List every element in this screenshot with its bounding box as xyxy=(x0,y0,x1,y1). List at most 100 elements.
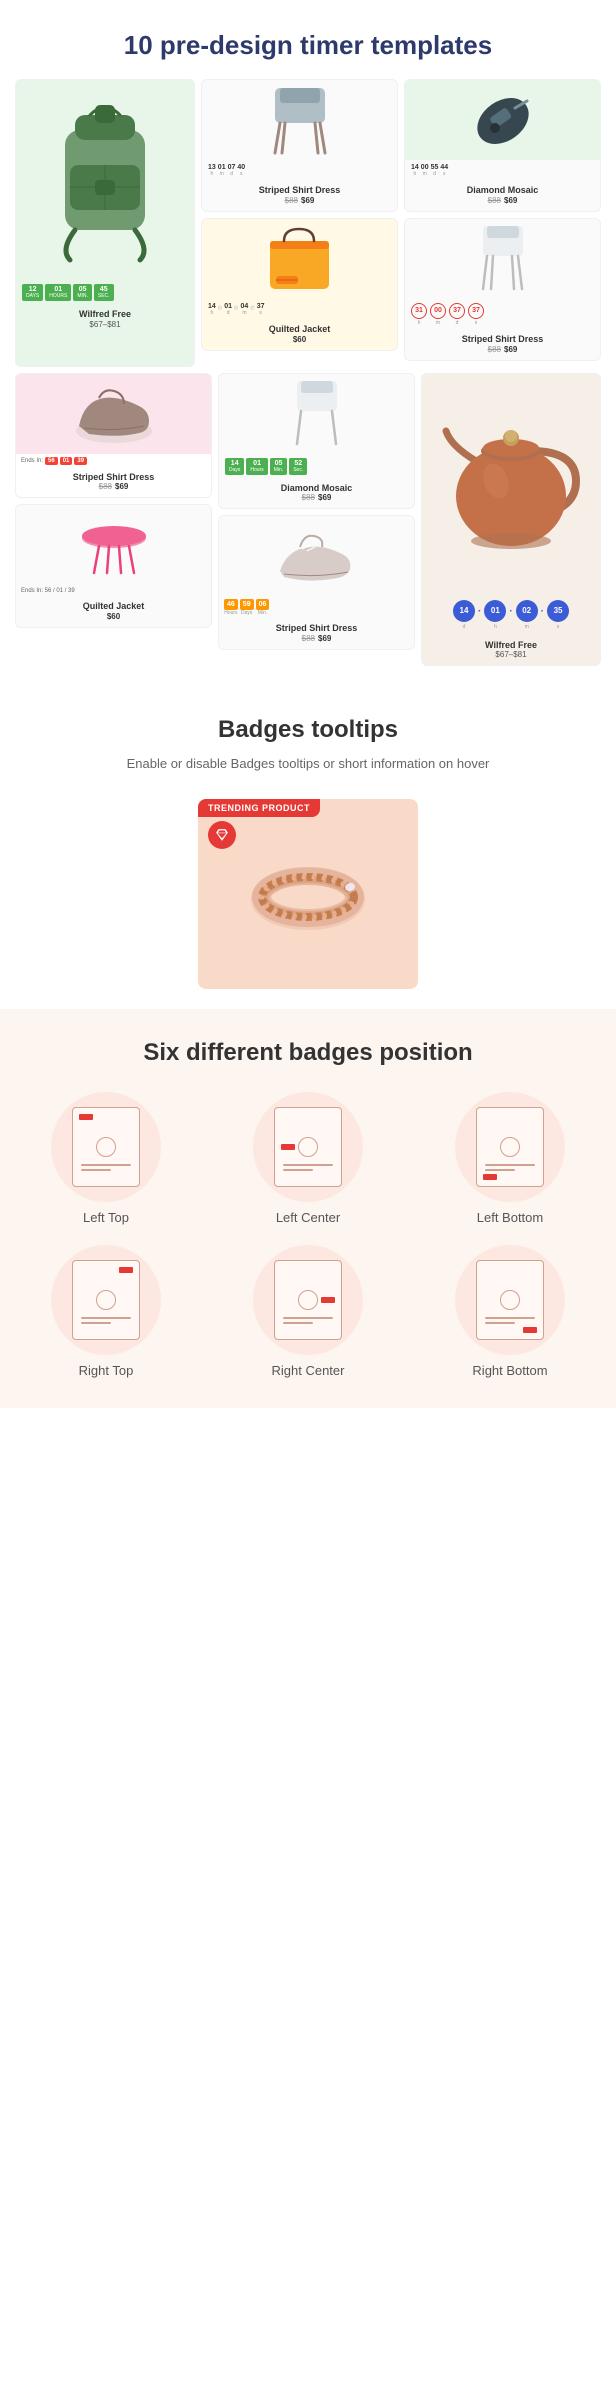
backpack-svg xyxy=(40,95,170,265)
timer-green-blocks: 12DAYS 01HOURS 05MIN. 45SEC. xyxy=(16,280,194,305)
product-card-drill[interactable]: 14h 00m 55d 44s Diamond Mosaic $88$69 xyxy=(404,79,601,212)
position-label-right-center: Right Center xyxy=(272,1363,345,1378)
position-label-left-top: Left Top xyxy=(83,1210,129,1225)
product-name-backpack: Wilfred Free xyxy=(22,309,188,320)
badge-demo-card: TRENDING PRODUCT xyxy=(198,799,418,989)
line2-lc xyxy=(283,1169,313,1171)
trending-badge-label: TRENDING PRODUCT xyxy=(198,799,320,817)
product-card-chair3[interactable]: 14Days 01Hours 05Min. 52Sec. Diamond Mos… xyxy=(218,373,415,510)
bag-yellow-svg xyxy=(262,221,337,296)
line2-lt xyxy=(81,1169,111,1171)
product-card-backpack[interactable]: 12DAYS 01HOURS 05MIN. 45SEC. Wilfred Fre… xyxy=(15,79,195,367)
product-card-table[interactable]: Ends In: 56 / 01 / 39 Quilted Jacket $60 xyxy=(15,504,212,628)
product-price-shoes: $88$69 xyxy=(22,482,205,491)
badge-indicator-right-top xyxy=(119,1267,133,1273)
product-info-chair3: Diamond Mosaic $88$69 xyxy=(219,479,414,509)
position-item-right-bottom: Right Bottom xyxy=(419,1245,601,1378)
shoes-svg xyxy=(69,376,159,451)
table-svg xyxy=(74,508,154,583)
badges-tooltips-section: Badges tooltips Enable or disable Badges… xyxy=(0,686,616,1009)
position-box-right-center xyxy=(274,1260,342,1340)
product-card-teapot[interactable]: 14d · 01h · 02m · 35s Wilfred Free $67–$… xyxy=(421,373,601,667)
line1-rt xyxy=(81,1317,131,1319)
position-box-right-top xyxy=(72,1260,140,1340)
middle-col-bottom: 14Days 01Hours 05Min. 52Sec. Diamond Mos… xyxy=(218,373,415,651)
position-item-right-center: Right Center xyxy=(217,1245,399,1378)
product-circle-icon-lb xyxy=(500,1137,520,1157)
middle-col-top: 13h 01m 07d 40s Striped Shirt Dress $88$… xyxy=(201,79,398,361)
product-image-chair3 xyxy=(219,374,414,454)
product-lines-lc xyxy=(283,1164,333,1174)
timer-min-unit: 05MIN. xyxy=(73,284,92,301)
timer-red-circle: 31h 00m 37d 37s xyxy=(405,299,600,330)
product-circle-icon-rb xyxy=(500,1290,520,1310)
timer-inline-bag: 14h e 01d e 04m e 37s xyxy=(202,299,397,320)
product-info-drill: Diamond Mosaic $88$69 xyxy=(405,181,600,211)
product-name-chair3: Diamond Mosaic xyxy=(225,483,408,494)
position-circle-left-top xyxy=(51,1092,161,1202)
position-item-left-center: Left Center xyxy=(217,1092,399,1225)
product-price-backpack: $67–$81 xyxy=(22,320,188,329)
product-card-chair2[interactable]: 31h 00m 37d 37s Striped Shirt Dress $88$… xyxy=(404,218,601,361)
sneakers-svg xyxy=(272,519,362,594)
timer-blue: 14d · 01h · 02m · 35s xyxy=(422,594,600,636)
bottom-grid: Ends In: 56 01 39 Striped Shirt Dress $8… xyxy=(15,373,601,667)
product-price-chair3: $88$69 xyxy=(225,493,408,502)
position-item-left-top: Left Top xyxy=(15,1092,197,1225)
position-circle-right-center xyxy=(253,1245,363,1355)
drill-svg xyxy=(465,83,540,158)
position-item-right-top: Right Top xyxy=(15,1245,197,1378)
right-col-top: 14h 00m 55d 44s Diamond Mosaic $88$69 xyxy=(404,79,601,361)
position-box-left-top xyxy=(72,1107,140,1187)
product-info-chair2: Striped Shirt Dress $88$69 xyxy=(405,330,600,360)
line1-lt xyxy=(81,1164,131,1166)
product-card-bag-yellow[interactable]: 14h e 01d e 04m e 37s Quilted Jacket $60 xyxy=(201,218,398,351)
diamond-svg xyxy=(215,828,229,842)
position-circle-left-bottom xyxy=(455,1092,565,1202)
jewelry-ring-svg xyxy=(238,819,378,959)
teapot-svg xyxy=(431,386,591,581)
timer-inline-chair1: 13h 01m 07d 40s xyxy=(202,160,397,181)
product-image-shoes xyxy=(16,374,211,454)
product-name-chair2: Striped Shirt Dress xyxy=(411,334,594,345)
product-image-bag xyxy=(202,219,397,299)
product-name-sneakers: Striped Shirt Dress xyxy=(225,623,408,634)
product-price-chair1: $88$69 xyxy=(208,196,391,205)
timer-days-unit: 12DAYS xyxy=(22,284,43,301)
product-price-chair2: $88$69 xyxy=(411,345,594,354)
product-card-sneakers[interactable]: 46Hours 59Days 06Min. Striped Shirt Dres… xyxy=(218,515,415,650)
section2-description: Enable or disable Badges tooltips or sho… xyxy=(15,754,601,774)
badge-indicator-left-bottom xyxy=(483,1174,497,1180)
timer-inline-drill: 14h 00m 55d 44s xyxy=(405,160,600,181)
product-price-table: $60 xyxy=(22,612,205,621)
chair3-svg xyxy=(279,376,354,451)
product-name-shoes: Striped Shirt Dress xyxy=(22,472,205,483)
position-item-left-bottom: Left Bottom xyxy=(419,1092,601,1225)
timer-sec-unit: 45SEC. xyxy=(94,284,114,301)
product-lines-lt xyxy=(81,1164,131,1174)
product-card-shoes[interactable]: Ends In: 56 01 39 Striped Shirt Dress $8… xyxy=(15,373,212,499)
product-card-chair1[interactable]: 13h 01m 07d 40s Striped Shirt Dress $88$… xyxy=(201,79,398,212)
product-lines-rb xyxy=(485,1317,535,1327)
section3-title: Six different badges position xyxy=(15,1039,601,1067)
chair2-svg xyxy=(465,221,540,296)
badge-indicator-right-bottom xyxy=(523,1327,537,1333)
timer-green2: 14Days 01Hours 05Min. 52Sec. xyxy=(219,454,414,479)
timer-hours-unit: 01HOURS xyxy=(45,284,71,301)
position-circle-right-bottom xyxy=(455,1245,565,1355)
section2-title: Badges tooltips xyxy=(15,716,601,744)
chair-svg xyxy=(260,83,340,158)
product-lines-lb xyxy=(485,1164,535,1174)
product-info-teapot: Wilfred Free $67–$81 xyxy=(422,636,600,666)
timer-orange: 46Hours 59Days 06Min. xyxy=(219,596,414,619)
position-label-left-center: Left Center xyxy=(276,1210,340,1225)
product-circle-icon-rc xyxy=(298,1290,318,1310)
position-box-left-center xyxy=(274,1107,342,1187)
product-image-sneakers xyxy=(219,516,414,596)
timer-templates-section: 10 pre-design timer templates xyxy=(0,0,616,686)
timer-countdown-table: Ends In: 56 / 01 / 39 xyxy=(16,585,211,597)
left-col-bottom: Ends In: 56 01 39 Striped Shirt Dress $8… xyxy=(15,373,212,651)
product-image-drill xyxy=(405,80,600,160)
product-circle-icon-lt xyxy=(96,1137,116,1157)
line2-lb xyxy=(485,1169,515,1171)
